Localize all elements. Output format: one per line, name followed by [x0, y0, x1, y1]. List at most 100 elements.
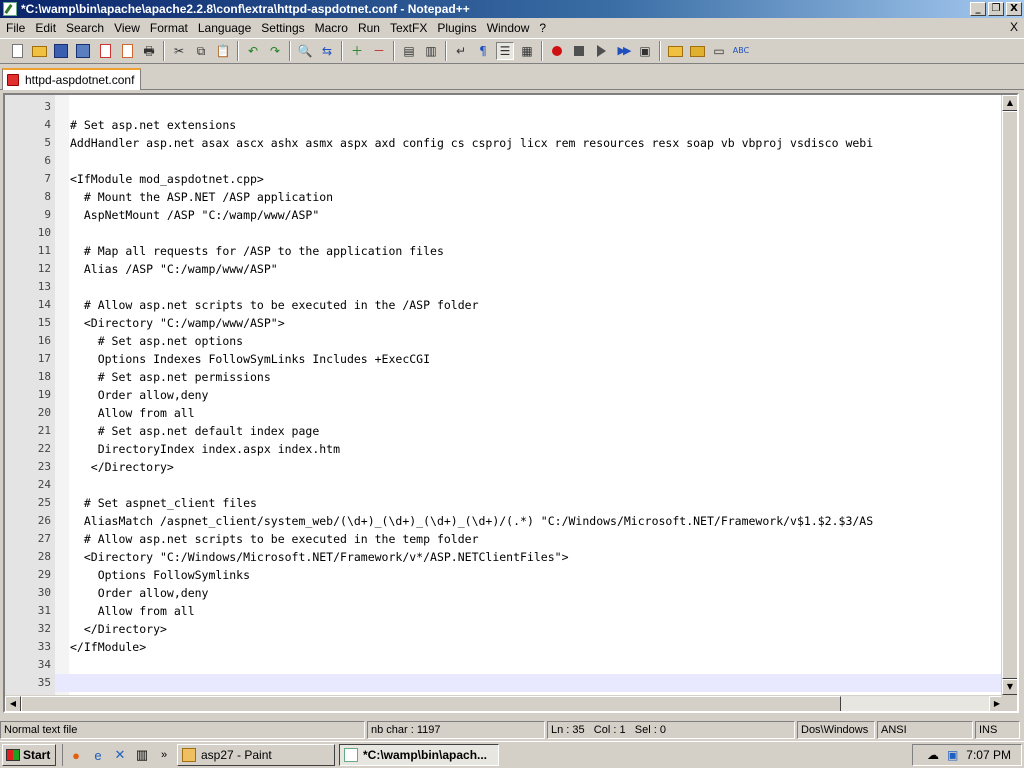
menu-textfx[interactable]: TextFX: [386, 19, 433, 37]
server-icon[interactable]: ▥: [133, 746, 151, 764]
code-text[interactable]: DirectoryIndex index.aspx index.htm: [70, 440, 1000, 458]
code-line[interactable]: 15 <Directory "C:/wamp/www/ASP">: [5, 314, 1001, 332]
code-text[interactable]: # Set asp.net extensions: [70, 116, 1000, 134]
show-all-chars-icon[interactable]: ¶: [474, 42, 492, 60]
replace-icon[interactable]: ⇆: [318, 42, 336, 60]
code-text[interactable]: <IfModule mod_aspdotnet.cpp>: [70, 170, 1000, 188]
code-text[interactable]: Allow from all: [70, 404, 1000, 422]
code-text[interactable]: # Mount the ASP.NET /ASP application: [70, 188, 1000, 206]
stop-macro-icon[interactable]: [570, 42, 588, 60]
code-text[interactable]: # Set asp.net permissions: [70, 368, 1000, 386]
menu-file[interactable]: File: [2, 19, 31, 37]
menu-settings[interactable]: Settings: [257, 19, 310, 37]
code-text[interactable]: </IfModule>: [70, 638, 1000, 656]
new-file-icon[interactable]: [8, 42, 26, 60]
code-line[interactable]: 20 Allow from all: [5, 404, 1001, 422]
save-all-icon[interactable]: [74, 42, 92, 60]
code-line[interactable]: 28 <Directory "C:/Windows/Microsoft.NET/…: [5, 548, 1001, 566]
undo-icon[interactable]: ↶: [244, 42, 262, 60]
code-text[interactable]: AliasMatch /aspnet_client/system_web/(\d…: [70, 512, 1000, 530]
code-line[interactable]: 12 Alias /ASP "C:/wamp/www/ASP": [5, 260, 1001, 278]
code-line[interactable]: 16 # Set asp.net options: [5, 332, 1001, 350]
code-line[interactable]: 17 Options Indexes FollowSymLinks Includ…: [5, 350, 1001, 368]
scroll-left-arrow-icon[interactable]: ◀: [5, 696, 21, 711]
vertical-scroll-thumb[interactable]: [1002, 111, 1017, 679]
code-text[interactable]: Options Indexes FollowSymLinks Includes …: [70, 350, 1000, 368]
code-line[interactable]: 19 Order allow,deny: [5, 386, 1001, 404]
indent-guide-icon[interactable]: ☰: [496, 42, 514, 60]
code-line[interactable]: 6: [5, 152, 1001, 170]
code-line[interactable]: 8 # Mount the ASP.NET /ASP application: [5, 188, 1001, 206]
code-line[interactable]: 26 AliasMatch /aspnet_client/system_web/…: [5, 512, 1001, 530]
open-folder-icon[interactable]: [30, 42, 48, 60]
sync-horizontal-icon[interactable]: ▥: [422, 42, 440, 60]
code-line[interactable]: 11 # Map all requests for /ASP to the ap…: [5, 242, 1001, 260]
close-button[interactable]: X: [1006, 2, 1022, 16]
sync-vertical-icon[interactable]: ▤: [400, 42, 418, 60]
close-file-icon[interactable]: [96, 42, 114, 60]
code-line[interactable]: 18 # Set asp.net permissions: [5, 368, 1001, 386]
word-wrap-icon[interactable]: ↵: [452, 42, 470, 60]
save-icon[interactable]: [52, 42, 70, 60]
scroll-up-arrow-icon[interactable]: ▲: [1002, 95, 1017, 111]
cut-icon[interactable]: ✂: [170, 42, 188, 60]
code-line[interactable]: 24: [5, 476, 1001, 494]
menu-edit[interactable]: Edit: [31, 19, 62, 37]
code-line[interactable]: 3: [5, 98, 1001, 116]
clock[interactable]: 7:07 PM: [966, 748, 1011, 762]
network-icon[interactable]: ☁: [927, 748, 939, 762]
code-line[interactable]: 25 # Set aspnet_client files: [5, 494, 1001, 512]
code-line[interactable]: 35: [5, 674, 1001, 692]
code-line[interactable]: 34: [5, 656, 1001, 674]
monitor-icon[interactable]: ▣: [947, 748, 958, 762]
code-line[interactable]: 9 AspNetMount /ASP "C:/wamp/www/ASP": [5, 206, 1001, 224]
code-text[interactable]: Options FollowSymlinks: [70, 566, 1000, 584]
minimize-button[interactable]: _: [970, 2, 986, 16]
code-line[interactable]: 14 # Allow asp.net scripts to be execute…: [5, 296, 1001, 314]
plugin-open-icon[interactable]: [688, 42, 706, 60]
menu-search[interactable]: Search: [62, 19, 110, 37]
menu-view[interactable]: View: [110, 19, 146, 37]
code-line[interactable]: 30 Order allow,deny: [5, 584, 1001, 602]
code-editor[interactable]: 3 4 # Set asp.net extensions 5 AddHandler as…: [3, 93, 1019, 713]
find-icon[interactable]: 🔍: [296, 42, 314, 60]
play-macro-icon[interactable]: [592, 42, 610, 60]
code-line[interactable]: 7 <IfModule mod_aspdotnet.cpp>: [5, 170, 1001, 188]
code-line[interactable]: 5 AddHandler asp.net asax ascx ashx asmx …: [5, 134, 1001, 152]
code-text[interactable]: </Directory>: [70, 458, 1000, 476]
code-text[interactable]: # Allow asp.net scripts to be executed i…: [70, 296, 1000, 314]
menu-run[interactable]: Run: [354, 19, 386, 37]
code-line[interactable]: 4 # Set asp.net extensions: [5, 116, 1001, 134]
code-line[interactable]: 10: [5, 224, 1001, 242]
code-text[interactable]: <Directory "C:/wamp/www/ASP">: [70, 314, 1000, 332]
menu-language[interactable]: Language: [194, 19, 257, 37]
code-line[interactable]: 13: [5, 278, 1001, 296]
horizontal-scroll-thumb[interactable]: [21, 696, 841, 711]
run-macro-multiple-icon[interactable]: ▶▶: [614, 42, 632, 60]
code-text[interactable]: <Directory "C:/Windows/Microsoft.NET/Fra…: [70, 548, 1000, 566]
zoom-in-icon[interactable]: ＋: [348, 42, 366, 60]
code-line[interactable]: 23 </Directory>: [5, 458, 1001, 476]
menu-macro[interactable]: Macro: [311, 19, 354, 37]
code-text[interactable]: Order allow,deny: [70, 386, 1000, 404]
code-text[interactable]: # Set aspnet_client files: [70, 494, 1000, 512]
code-text[interactable]: Order allow,deny: [70, 584, 1000, 602]
print-icon[interactable]: 🖶: [140, 42, 158, 60]
start-button[interactable]: Start: [2, 744, 56, 766]
code-text[interactable]: # Allow asp.net scripts to be executed i…: [70, 530, 1000, 548]
code-line[interactable]: 29 Options FollowSymlinks: [5, 566, 1001, 584]
tool-icon[interactable]: ✕: [111, 746, 129, 764]
save-macro-icon[interactable]: ▣: [636, 42, 654, 60]
tab-httpd-aspdotnet-conf[interactable]: httpd-aspdotnet.conf: [2, 68, 142, 90]
user-language-icon[interactable]: ▦: [518, 42, 536, 60]
chevron-right-icon[interactable]: »: [155, 746, 173, 764]
paste-icon[interactable]: 📋: [214, 42, 232, 60]
code-lines[interactable]: 3 4 # Set asp.net extensions 5 AddHandler as…: [5, 98, 1001, 692]
menu-format[interactable]: Format: [146, 19, 194, 37]
horizontal-scrollbar[interactable]: ◀ ▶: [5, 695, 1005, 711]
code-text[interactable]: AddHandler asp.net asax ascx ashx asmx a…: [70, 134, 1000, 152]
spell-check-icon[interactable]: ABC: [732, 42, 750, 60]
code-line[interactable]: 31 Allow from all: [5, 602, 1001, 620]
menu-window[interactable]: Window: [483, 19, 536, 37]
firefox-icon[interactable]: ●: [67, 746, 85, 764]
